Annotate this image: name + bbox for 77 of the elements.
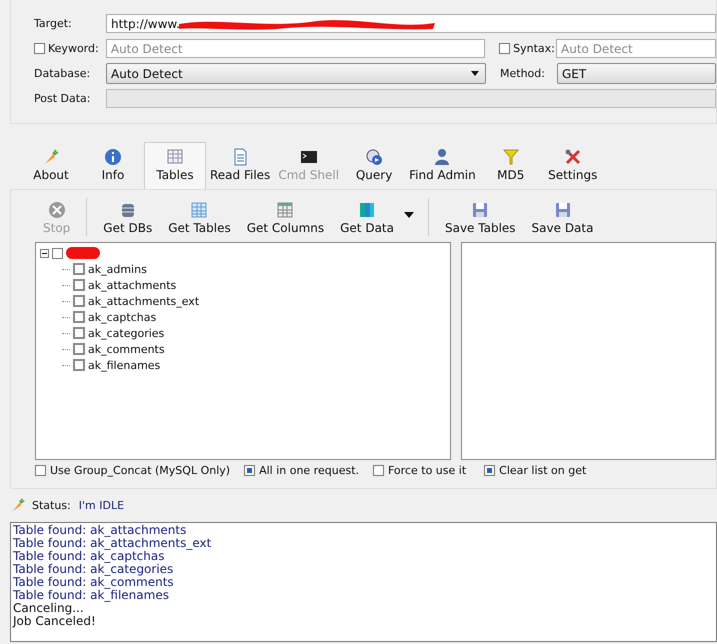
- syntax-label: Syntax:: [513, 42, 555, 55]
- syntax-checkbox[interactable]: [499, 43, 510, 54]
- keyword-field[interactable]: Auto Detect: [106, 39, 486, 58]
- target-field[interactable]: http://www.: [106, 14, 716, 33]
- tab[interactable]: Query: [343, 145, 406, 189]
- tree-item[interactable]: ak_comments: [88, 342, 165, 356]
- option-label: Clear list on get: [499, 464, 586, 477]
- option-checkbox[interactable]: [244, 465, 256, 476]
- collapse-icon[interactable]: [40, 248, 49, 258]
- option-checkbox[interactable]: [35, 465, 46, 476]
- stop-icon: [48, 201, 66, 219]
- grid-icon: [190, 201, 208, 219]
- carrot-icon: [10, 497, 26, 513]
- terminal-icon: [300, 148, 318, 166]
- tab[interactable]: Settings: [542, 145, 604, 189]
- post-data-label: Post Data:: [33, 92, 92, 105]
- option-label: Force to use it: [388, 464, 466, 477]
- table-icon: [166, 148, 184, 166]
- tree-checkbox[interactable]: [73, 327, 85, 339]
- tree-checkbox[interactable]: [52, 248, 63, 258]
- columns-icon: [276, 201, 294, 219]
- tree-checkbox[interactable]: [73, 311, 85, 323]
- tab[interactable]: Info: [82, 145, 144, 189]
- save-icon: [554, 201, 572, 219]
- log-line: Job Canceled!: [13, 615, 97, 628]
- tab[interactable]: Tables: [144, 142, 206, 189]
- status-value: I'm IDLE: [78, 498, 124, 512]
- tree-checkbox[interactable]: [73, 295, 85, 307]
- log-line: Table found: ak_filenames: [13, 589, 169, 602]
- tab[interactable]: Read Files: [206, 145, 274, 189]
- tab[interactable]: MD5: [480, 145, 542, 189]
- tab[interactable]: Find Admin: [405, 145, 480, 189]
- keyword-checkbox[interactable]: [34, 43, 45, 54]
- log-line: Table found: ak_comments: [13, 576, 175, 589]
- data-icon: [358, 201, 376, 219]
- toolbar-button[interactable]: Save Data: [524, 201, 602, 240]
- status-label: Status:: [32, 498, 71, 512]
- log-line: Table found: ak_categories: [13, 563, 174, 576]
- tab[interactable]: About: [20, 145, 82, 189]
- target-label: Target:: [33, 17, 73, 30]
- log-line: Table found: ak_captchas: [13, 550, 164, 563]
- user-icon: [433, 148, 452, 166]
- log-line: Table found: ak_attachments_ext: [13, 537, 212, 550]
- dropdown-arrow-icon[interactable]: [404, 212, 414, 218]
- database-dropdown[interactable]: Auto Detect: [106, 63, 486, 84]
- tree-checkbox[interactable]: [73, 343, 85, 355]
- option-checkbox[interactable]: [373, 465, 384, 476]
- method-label: Method:: [500, 67, 546, 80]
- toolbar-button[interactable]: Get Tables: [160, 201, 239, 240]
- info-icon: [104, 148, 122, 166]
- toolbar-button[interactable]: Get Data: [332, 201, 402, 240]
- carrot-icon: [42, 148, 60, 166]
- log-line: Canceling...: [13, 602, 85, 615]
- syntax-field[interactable]: Auto Detect: [556, 39, 716, 58]
- database-label: Database:: [33, 67, 92, 80]
- option-checkbox[interactable]: [484, 465, 496, 476]
- save-icon: [471, 201, 490, 219]
- toolbar-button[interactable]: Get DBs: [95, 201, 160, 240]
- toolbar-button[interactable]: Save Tables: [436, 201, 524, 240]
- toolbar-button[interactable]: Get Columns: [238, 201, 332, 240]
- tree-checkbox[interactable]: [73, 279, 85, 291]
- funnel-icon: [502, 148, 520, 166]
- keyword-label: Keyword:: [48, 42, 99, 55]
- method-dropdown[interactable]: GET: [557, 63, 716, 84]
- tools-icon: [564, 148, 582, 166]
- tree-item[interactable]: ak_attachments_ext: [88, 294, 200, 308]
- tree-item[interactable]: ak_captchas: [88, 310, 156, 324]
- tree-checkbox[interactable]: [73, 359, 85, 371]
- log-line: Table found: ak_attachments: [13, 524, 188, 537]
- option-label: All in one request.: [259, 464, 359, 477]
- query-icon: [365, 148, 384, 166]
- tree-checkbox[interactable]: [73, 263, 85, 275]
- tree-item[interactable]: ak_categories: [88, 326, 164, 340]
- tree-item[interactable]: ak_attachments: [88, 278, 176, 292]
- tree-item[interactable]: ak_admins: [88, 262, 147, 276]
- tree-item[interactable]: ak_filenames: [88, 358, 160, 372]
- option-label: Use Group_Concat (MySQL Only): [50, 464, 230, 477]
